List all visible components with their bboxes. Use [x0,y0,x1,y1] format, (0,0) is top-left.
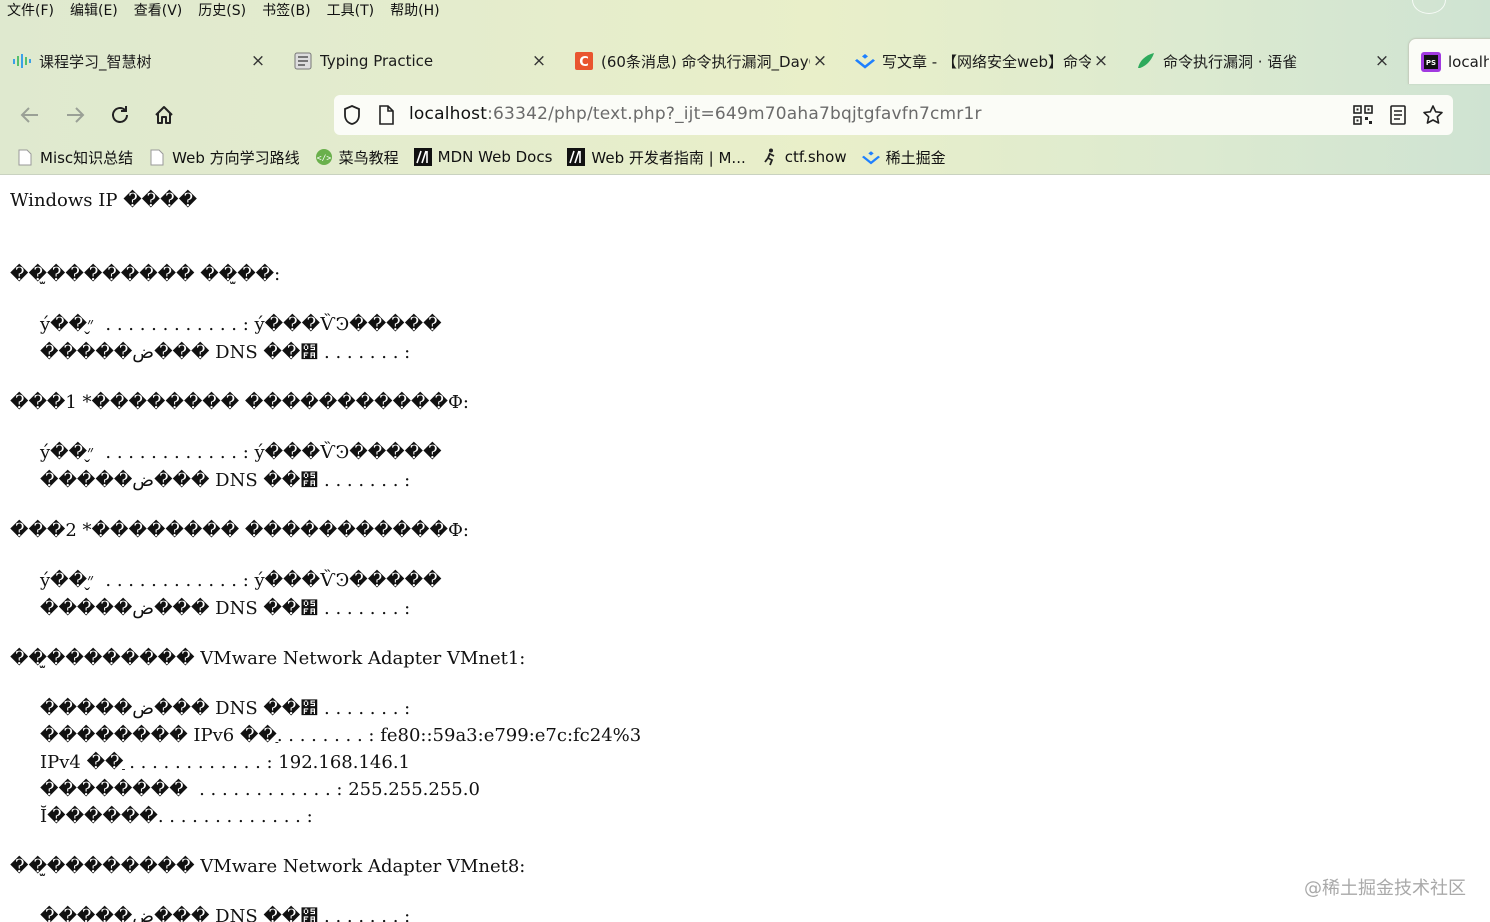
tab-yuque[interactable]: 命令执行漏洞 · 语雀 × [1124,38,1400,84]
svg-text:PS: PS [1426,59,1436,67]
page-content: Windows IP ���� ��̫�������� ��̫��: ý��״̬… [10,183,1480,922]
tab-title: (60条消息) 命令执行漏洞_DayC [601,52,810,71]
close-icon[interactable]: × [248,51,268,71]
tab-zhihuishu[interactable]: 课程学习_智慧树 × [0,38,276,84]
output-line: �����ض��� DNS ��׺ . . . . . . . : [40,906,411,922]
bookmark-mdn[interactable]: MDN Web Docs [413,148,553,166]
page-info-icon[interactable] [374,104,398,126]
mdn-icon [413,148,432,166]
qr-code-icon[interactable] [1351,104,1375,126]
bookmark-label: Web 方向学习路线 [172,148,300,167]
menu-file[interactable]: 文件(F) [0,0,62,24]
juejin-icon [861,148,880,166]
output-line: ��̫�������� ��̫��: [10,264,281,285]
url-host: localhost [409,104,488,124]
tab-title: Typing Practice [320,52,434,70]
bookmark-label: 稀土掘金 [885,148,946,167]
output-line: ���2 *�������� �����������Ф: [10,520,469,541]
csdn-icon: C [574,51,594,71]
tab-typing-practice[interactable]: Typing Practice × [281,38,557,84]
close-icon[interactable]: × [1372,51,1392,71]
output-line: �����ض��� DNS ��׺ . . . . . . . : [40,470,411,491]
reload-button[interactable] [104,100,136,130]
watermark: @稀土掘金技术社区 [1304,878,1466,899]
output-line: �����ض��� DNS ��׺ . . . . . . . : [40,698,411,719]
mdn-icon [567,148,586,166]
bookmark-label: ctf.show [784,148,847,166]
shield-icon[interactable] [340,104,364,126]
back-arrow-icon [20,107,38,123]
output-line: ý��״̬ . . . . . . . . . . . . : ý���ѶϿ��… [40,442,442,463]
tab-title: 命令执行漏洞 · 语雀 [1163,52,1298,71]
phpstorm-icon: PS [1421,51,1441,72]
address-bar[interactable]: localhost:63342/php/text.php?_ijt=649m70… [334,95,1453,135]
navigation-bar: localhost:63342/php/text.php?_ijt=649m70… [0,90,1490,140]
svg-text:C: C [579,55,589,70]
output-line: ���1 *�������� �����������Ф: [10,392,469,413]
bookmark-label: Web 开发者指南 | M... [591,148,746,167]
tab-localhost[interactable]: PS localho [1408,38,1490,84]
bookmark-ctfshow[interactable]: ctf.show [761,148,847,166]
output-line: �������� . . . . . . . . . . . . : 255.2… [40,779,480,800]
tab-title: localho [1448,52,1489,71]
reader-view-icon[interactable] [1386,104,1410,126]
page-icon [148,148,166,166]
menu-bar: 文件(F) 编辑(E) 查看(V) 历史(S) 书签(B) 工具(T) 帮助(H… [0,0,448,24]
page-icon [16,148,34,166]
back-button[interactable] [14,100,46,130]
bookmark-label: MDN Web Docs [437,148,553,166]
bookmark-mdn-guide[interactable]: Web 开发者指南 | M... [567,147,746,168]
menu-edit[interactable]: 编辑(E) [62,0,126,24]
bookmark-runoob[interactable]: </> 菜鸟教程 [315,147,399,168]
close-icon[interactable]: × [810,51,830,71]
tab-strip: 课程学习_智慧树 × Typing Practice × C (60条消息) 命… [0,38,1490,86]
output-line: �����ض��� DNS ��׺ . . . . . . . : [40,342,411,363]
output-line: �����ض��� DNS ��׺ . . . . . . . : [40,598,411,619]
tab-juejin-write[interactable]: 写文章 - 【网络安全web】命令 × [843,38,1119,84]
close-icon[interactable]: × [1091,51,1111,71]
bookmark-label: Misc知识总结 [40,148,134,167]
bookmark-label: 菜鸟教程 [338,148,399,167]
menu-tools[interactable]: 工具(T) [319,0,382,24]
output-line: Windows IP ���� [10,190,198,211]
output-line: IPv4 ��ַ . . . . . . . . . . . . : 192.1… [40,752,410,773]
bookmark-star-icon[interactable] [1421,104,1445,126]
menu-view[interactable]: 查看(V) [126,0,191,24]
runoob-icon: </> [315,148,333,166]
tab-title: 课程学习_智慧树 [39,52,152,71]
browser-chrome: 文件(F) 编辑(E) 查看(V) 历史(S) 书签(B) 工具(T) 帮助(H… [0,0,1490,175]
menu-history[interactable]: 历史(S) [190,0,254,24]
tab-title: 写文章 - 【网络安全web】命令 [882,52,1091,71]
forward-button[interactable] [59,100,91,130]
reload-icon [112,106,128,123]
output-line: ý��״̬ . . . . . . . . . . . . : ý���ѶϿ��… [40,314,442,335]
forward-arrow-icon [67,107,85,123]
bookmark-misc[interactable]: Misc知识总结 [16,147,133,168]
output-line: ��̫�������� VMware Network Adapter VMnet… [10,856,526,877]
output-line: �������� IPv6 ��ַ. . . . . . . . : fe80:… [40,725,642,746]
url-text[interactable]: localhost:63342/php/text.php?_ijt=649m70… [409,104,982,124]
bookmark-web-roadmap[interactable]: Web 方向学习路线 [148,147,300,168]
output-line: ý��״̬ . . . . . . . . . . . . : ý���ѶϿ��… [40,570,442,591]
output-line: Ĭ������. . . . . . . . . . . . . : [40,806,313,827]
ctfshow-icon [761,148,779,166]
output-line: ��̫�������� VMware Network Adapter VMnet… [10,648,526,669]
yuque-icon [1136,51,1156,71]
url-path: :63342/php/text.php?_ijt=649m70aha7bqjtg… [487,104,982,124]
bookmarks-toolbar: Misc知识总结 Web 方向学习路线 </> 菜鸟教程 MDN Web Doc… [0,145,961,169]
home-icon [155,106,173,124]
close-icon[interactable]: × [529,51,549,71]
juejin-icon [855,51,875,71]
typing-icon [293,51,313,71]
home-button[interactable] [148,100,180,130]
bookmark-juejin[interactable]: 稀土掘金 [861,147,946,168]
menu-bookmarks[interactable]: 书签(B) [254,0,319,24]
zhihuishu-icon [12,51,32,71]
menu-help[interactable]: 帮助(H) [382,0,447,24]
tab-csdn[interactable]: C (60条消息) 命令执行漏洞_DayC × [562,38,838,84]
decorative-orb [1412,0,1446,14]
svg-text:</>: </> [316,154,331,163]
